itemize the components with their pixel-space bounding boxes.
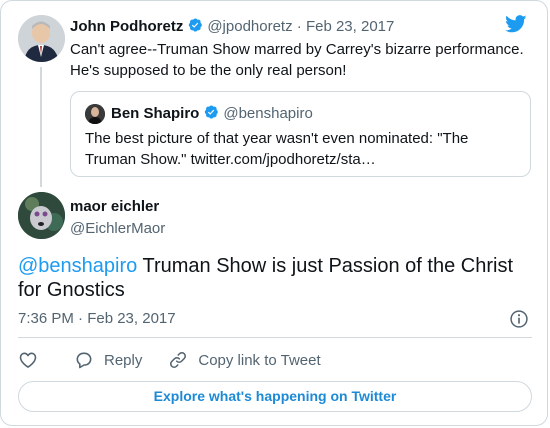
parent-tweet-date[interactable]: Feb 23, 2017 xyxy=(306,18,394,35)
parent-tweet-header: John Podhoretz @jpodhoretz · Feb 23, 2017 xyxy=(70,17,394,35)
mention-link[interactable]: @benshapiro xyxy=(18,255,137,277)
reply-button[interactable]: Reply xyxy=(74,350,142,370)
link-icon xyxy=(170,352,187,368)
reply-icon xyxy=(76,352,92,369)
parent-author-name[interactable]: John Podhoretz xyxy=(70,18,183,35)
parent-author-handle[interactable]: @jpodhoretz xyxy=(207,18,292,35)
quoted-author-name: Ben Shapiro xyxy=(111,105,200,122)
tweet-author-name[interactable]: maor eichler xyxy=(70,198,159,215)
verified-badge-icon xyxy=(205,105,219,119)
reply-label: Reply xyxy=(104,351,143,369)
tweet-embed-card: John Podhoretz @jpodhoretz · Feb 23, 2017… xyxy=(0,0,548,426)
copy-link-button[interactable]: Copy link to Tweet xyxy=(168,350,321,370)
thread-connector-line xyxy=(40,67,42,187)
quoted-author-handle: @benshapiro xyxy=(223,105,313,122)
divider xyxy=(18,337,532,338)
separator-dot: · xyxy=(296,18,302,35)
avatar-maor-eichler[interactable] xyxy=(18,192,65,239)
tweet-timestamp[interactable]: 7:36 PM · Feb 23, 2017 xyxy=(18,310,176,327)
avatar-john-podhoretz[interactable] xyxy=(18,15,65,62)
explore-twitter-button[interactable]: Explore what's happening on Twitter xyxy=(18,381,532,412)
tweet-text: @benshapiro Truman Show is just Passion … xyxy=(18,254,533,302)
copy-link-label: Copy link to Tweet xyxy=(198,351,321,369)
parent-tweet-text: Can't agree--Truman Show marred by Carre… xyxy=(70,41,524,79)
heart-icon xyxy=(19,352,37,368)
avatar-ben-shapiro xyxy=(85,104,105,124)
quoted-tweet-text: The best picture of that year wasn't eve… xyxy=(85,130,469,168)
verified-badge-icon xyxy=(189,18,203,32)
info-icon[interactable] xyxy=(509,309,529,329)
quoted-tweet[interactable]: Ben Shapiro @benshapiro The best picture … xyxy=(70,91,531,177)
tweet-author-handle[interactable]: @EichlerMaor xyxy=(70,220,165,237)
quoted-tweet-header: Ben Shapiro @benshapiro xyxy=(111,104,313,122)
tweet-actions: Reply Copy link to Tweet xyxy=(18,349,347,371)
twitter-bird-icon[interactable] xyxy=(505,15,527,33)
like-button[interactable] xyxy=(18,350,48,370)
